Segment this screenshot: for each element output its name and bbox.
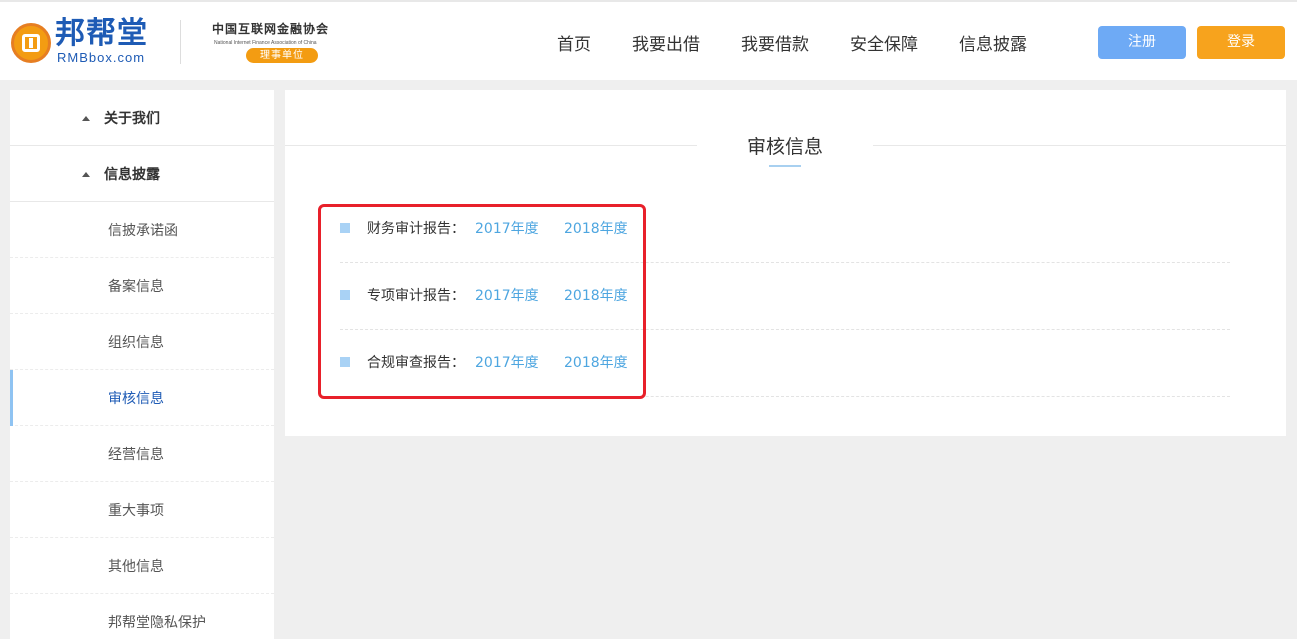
sidebar-item-audit[interactable]: 审核信息 bbox=[10, 370, 274, 426]
sidebar-item-filing[interactable]: 备案信息 bbox=[10, 258, 274, 314]
report-link-2017[interactable]: 2017年度 bbox=[475, 285, 539, 305]
report-link-2018[interactable]: 2018年度 bbox=[564, 352, 628, 372]
report-link-2018[interactable]: 2018年度 bbox=[564, 218, 628, 238]
sidebar-item-privacy[interactable]: 邦帮堂隐私保护 bbox=[10, 594, 274, 639]
report-label: 财务审计报告： bbox=[367, 221, 465, 237]
sidebar-item-commitment[interactable]: 信披承诺函 bbox=[10, 202, 274, 258]
sidebar-item-other[interactable]: 其他信息 bbox=[10, 538, 274, 594]
sidebar-group-label: 关于我们 bbox=[104, 110, 160, 127]
nav-disclosure[interactable]: 信息披露 bbox=[959, 30, 1027, 55]
coin-logo-icon bbox=[11, 23, 51, 63]
report-link-2017[interactable]: 2017年度 bbox=[475, 352, 539, 372]
title-divider-right bbox=[873, 145, 1286, 146]
association-role-badge: 理事单位 bbox=[246, 48, 318, 63]
main-nav: 首页 我要出借 我要借款 安全保障 信息披露 bbox=[540, 30, 1051, 55]
association-name: 中国互联网金融协会 bbox=[212, 22, 330, 36]
square-bullet-icon bbox=[340, 290, 350, 300]
collapse-triangle-icon bbox=[82, 172, 90, 177]
page-title: 审核信息 bbox=[746, 136, 823, 158]
list-item: 专项审计报告： 2017年度 2018年度 bbox=[340, 263, 1230, 330]
list-item: 合规审查报告： 2017年度 2018年度 bbox=[340, 330, 1230, 397]
report-link-2017[interactable]: 2017年度 bbox=[475, 218, 539, 238]
sidebar-group-disclosure[interactable]: 信息披露 bbox=[10, 146, 274, 202]
square-bullet-icon bbox=[340, 357, 350, 367]
rmbbox-logo[interactable]: 邦帮堂 RMBbox.com bbox=[11, 16, 156, 67]
title-underline bbox=[769, 165, 801, 167]
square-bullet-icon bbox=[340, 223, 350, 233]
sidebar-group-label: 信息披露 bbox=[104, 166, 160, 183]
list-item: 财务审计报告： 2017年度 2018年度 bbox=[340, 196, 1230, 263]
logo-cn-text: 邦帮堂 bbox=[55, 16, 148, 51]
sidebar-item-major-events[interactable]: 重大事项 bbox=[10, 482, 274, 538]
header: 邦帮堂 RMBbox.com 中国互联网金融协会 National Intern… bbox=[0, 0, 1297, 80]
report-link-2018[interactable]: 2018年度 bbox=[564, 285, 628, 305]
sidebar-item-operation[interactable]: 经营信息 bbox=[10, 426, 274, 482]
login-button[interactable]: 登录 bbox=[1197, 26, 1285, 59]
register-button[interactable]: 注册 bbox=[1098, 26, 1186, 59]
association-badge: 中国互联网金融协会 National Internet Finance Asso… bbox=[210, 18, 355, 66]
report-list: 财务审计报告： 2017年度 2018年度 专项审计报告： 2017年度 201… bbox=[340, 196, 1230, 397]
report-label: 专项审计报告： bbox=[367, 288, 465, 304]
nav-security[interactable]: 安全保障 bbox=[850, 30, 918, 55]
title-divider-left bbox=[285, 145, 697, 146]
main-panel: 审核信息 财务审计报告： 2017年度 2018年度 专项审计报告： 2017年… bbox=[285, 90, 1286, 436]
report-label: 合规审查报告： bbox=[367, 355, 465, 371]
collapse-triangle-icon bbox=[82, 116, 90, 121]
association-en-name: National Internet Finance Association of… bbox=[214, 40, 317, 46]
sidebar: 关于我们 信息披露 信披承诺函 备案信息 组织信息 审核信息 经营信息 重大事项… bbox=[10, 90, 274, 639]
logo-en-text: RMBbox.com bbox=[57, 50, 146, 65]
nav-borrow[interactable]: 我要借款 bbox=[741, 30, 809, 55]
header-divider bbox=[180, 20, 181, 64]
sidebar-item-organization[interactable]: 组织信息 bbox=[10, 314, 274, 370]
nav-lend[interactable]: 我要出借 bbox=[632, 30, 700, 55]
sidebar-group-about[interactable]: 关于我们 bbox=[10, 90, 274, 146]
nav-home[interactable]: 首页 bbox=[557, 30, 591, 55]
